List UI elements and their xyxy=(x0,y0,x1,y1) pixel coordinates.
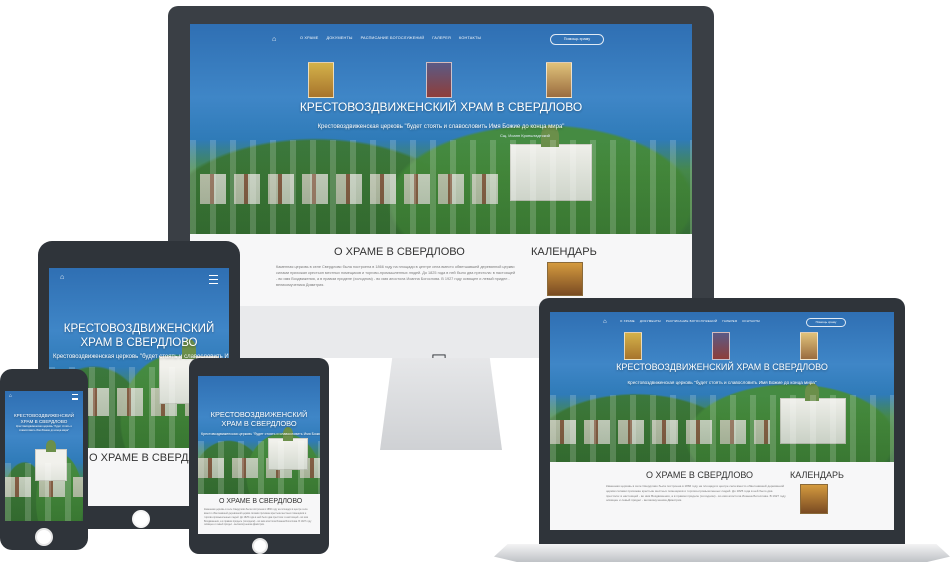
tablet-small-title: КРЕСТОВОЗДВИЖЕНСКИЙ ХРАМ В СВЕРДЛОВО xyxy=(210,410,308,429)
desktop-hero-title: КРЕСТОВОЗДВИЖЕНСКИЙ ХРАМ В СВЕРДЛОВО xyxy=(299,100,583,114)
phone-quote: Крестовоздвиженская церковь "будет стоят… xyxy=(16,425,72,432)
laptop-icon-2 xyxy=(712,332,730,360)
tablet-large-home-button[interactable] xyxy=(132,510,150,528)
home-icon[interactable]: ⌂ xyxy=(272,36,276,43)
desktop-quote-signature: Сщ. Иоанн Кронштадтский xyxy=(500,133,550,138)
help-temple-button[interactable]: Помощь храму xyxy=(550,34,604,45)
laptop-calendar-icon xyxy=(800,484,828,514)
desktop-about-text: Каменная церковь в селе Свердлово была п… xyxy=(276,265,516,288)
tablet-small-about-text: Каменная церковь в селе Свердлово была п… xyxy=(204,508,312,527)
laptop-hero-quote: Крестовоздвиженская церковь "будет стоят… xyxy=(627,380,817,385)
nav-item-documents[interactable]: Документы xyxy=(326,36,352,40)
desktop-hero-quote: Крестовоздвиженская церковь "будет стоят… xyxy=(317,124,565,130)
tablet-small-screen: КРЕСТОВОЗДВИЖЕНСКИЙ ХРАМ В СВЕРДЛОВО Кре… xyxy=(198,376,320,534)
icon-image-1 xyxy=(308,62,334,98)
laptop-about-title: О ХРАМЕ В СВЕРДЛОВО xyxy=(646,470,754,480)
desktop-content: О ХРАМЕ В СВЕРДЛОВО Каменная церковь в с… xyxy=(190,234,692,306)
menu-icon[interactable] xyxy=(209,275,218,284)
laptop-home-icon[interactable]: ⌂ xyxy=(603,319,607,325)
phone-home-button[interactable] xyxy=(35,528,53,546)
tablet-small: КРЕСТОВОЗДВИЖЕНСКИЙ ХРАМ В СВЕРДЛОВО Кре… xyxy=(189,358,329,554)
icon-image-3 xyxy=(546,62,572,98)
phone: ⌂ КРЕСТОВОЗДВИЖЕНСКИЙ ХРАМ В СВЕРДЛОВО К… xyxy=(0,369,88,550)
laptop-about-text: Каменная церковь в селе Свердлово была п… xyxy=(606,484,786,503)
laptop-nav-contacts[interactable]: Контакты xyxy=(742,319,760,323)
desktop-screen: ⌂ О храме Документы Расписание богослуже… xyxy=(190,24,692,306)
laptop-screen: ⌂ О храме Документы Расписание богослуже… xyxy=(550,312,894,530)
desktop-calendar-icon xyxy=(547,262,583,296)
desktop-calendar-title: КАЛЕНДАРЬ xyxy=(531,246,597,258)
phone-menu-icon[interactable] xyxy=(72,394,78,400)
phone-home-icon[interactable]: ⌂ xyxy=(9,393,12,399)
laptop-help-button[interactable]: Помощь храму xyxy=(806,318,846,327)
nav-item-gallery[interactable]: Галерея xyxy=(432,36,451,40)
laptop-hero-title: КРЕСТОВОЗДВИЖЕНСКИЙ ХРАМ В СВЕРДЛОВО xyxy=(616,362,828,372)
tablet-large-title: КРЕСТОВОЗДВИЖЕНСКИЙ ХРАМ В СВЕРДЛОВО xyxy=(63,323,215,350)
desktop-nav: ⌂ О храме Документы Расписание богослуже… xyxy=(190,34,692,45)
tablet-home-icon[interactable]: ⌂ xyxy=(60,274,64,281)
laptop-nav-schedule[interactable]: Расписание богослужений xyxy=(666,319,717,323)
desktop-about-title: О ХРАМЕ В СВЕРДЛОВО xyxy=(334,246,465,258)
icon-image-2 xyxy=(426,62,452,98)
laptop-base xyxy=(494,544,950,562)
nav-item-contacts[interactable]: Контакты xyxy=(459,36,481,40)
laptop-nav-gallery[interactable]: Галерея xyxy=(722,319,737,323)
phone-title: КРЕСТОВОЗДВИЖЕНСКИЙ ХРАМ В СВЕРДЛОВО xyxy=(13,413,75,424)
laptop-nav-documents[interactable]: Документы xyxy=(640,319,661,323)
laptop: ⌂ О храме Документы Расписание богослуже… xyxy=(494,298,950,562)
desktop-nav-menu: О храме Документы Расписание богослужени… xyxy=(300,36,481,40)
laptop-calendar-title: КАЛЕНДАРЬ xyxy=(790,470,844,480)
tablet-small-home-button[interactable] xyxy=(252,538,268,554)
nav-item-schedule[interactable]: Расписание богослужений xyxy=(361,36,425,40)
church-image xyxy=(510,125,592,201)
laptop-icon-1 xyxy=(624,332,642,360)
tablet-small-about-title: О ХРАМЕ В СВЕРДЛОВО xyxy=(219,498,303,505)
phone-screen: ⌂ КРЕСТОВОЗДВИЖЕНСКИЙ ХРАМ В СВЕРДЛОВО К… xyxy=(5,391,83,521)
tablet-small-quote: Крестовоздвиженская церковь "будет стоят… xyxy=(201,432,320,436)
desktop-stand xyxy=(380,358,502,450)
nav-item-about[interactable]: О храме xyxy=(300,36,318,40)
laptop-icon-3 xyxy=(800,332,818,360)
laptop-nav: ⌂ О храме Документы Расписание богослуже… xyxy=(550,318,894,327)
laptop-nav-about[interactable]: О храме xyxy=(620,319,635,323)
